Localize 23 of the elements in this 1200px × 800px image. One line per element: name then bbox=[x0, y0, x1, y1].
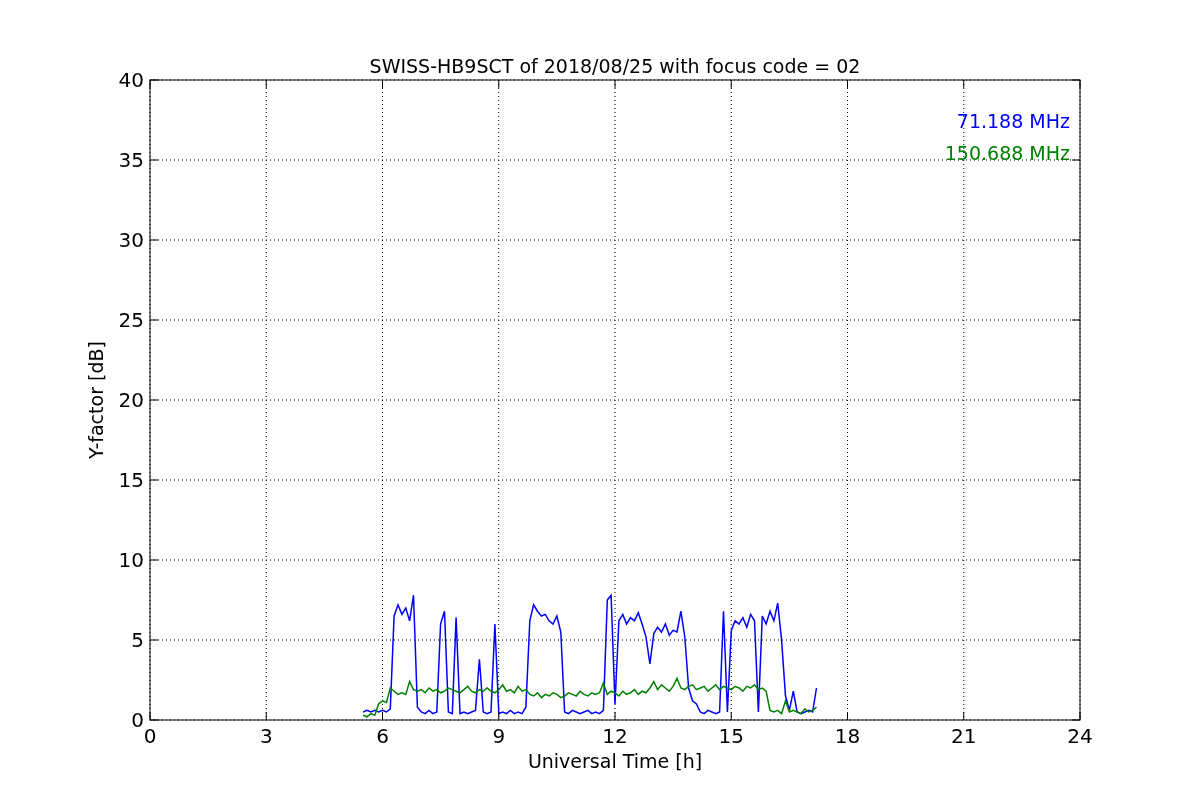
legend-label: 71.188 MHz bbox=[956, 110, 1070, 132]
x-tick-label: 9 bbox=[492, 724, 506, 748]
y-tick-label: 25 bbox=[118, 308, 144, 332]
y-tick-label: 20 bbox=[118, 388, 144, 412]
x-tick-label: 0 bbox=[143, 724, 157, 748]
x-tick-label: 15 bbox=[718, 724, 744, 748]
chart-title: SWISS-HB9SCT of 2018/08/25 with focus code = 02 bbox=[369, 55, 861, 77]
y-tick-label: 35 bbox=[118, 148, 144, 172]
y-tick-label: 10 bbox=[118, 548, 144, 572]
y-tick-label: 5 bbox=[131, 628, 144, 652]
y-tick-label: 40 bbox=[118, 68, 144, 92]
x-axis-label: Universal Time [h] bbox=[527, 750, 703, 772]
y-axis-label: Y-factor [dB] bbox=[85, 341, 107, 459]
legend-label: 150.688 MHz bbox=[944, 142, 1070, 164]
x-tick-label: 6 bbox=[376, 724, 389, 748]
x-tick-label: 12 bbox=[602, 724, 628, 748]
y-tick-label: 15 bbox=[118, 468, 144, 492]
x-tick-label: 18 bbox=[834, 724, 861, 748]
x-tick-label: 21 bbox=[951, 724, 977, 748]
y-tick-label: 30 bbox=[118, 228, 144, 252]
x-tick-label: 24 bbox=[1067, 724, 1093, 748]
x-tick-label: 3 bbox=[259, 724, 273, 748]
y-tick-label: 0 bbox=[131, 708, 144, 732]
